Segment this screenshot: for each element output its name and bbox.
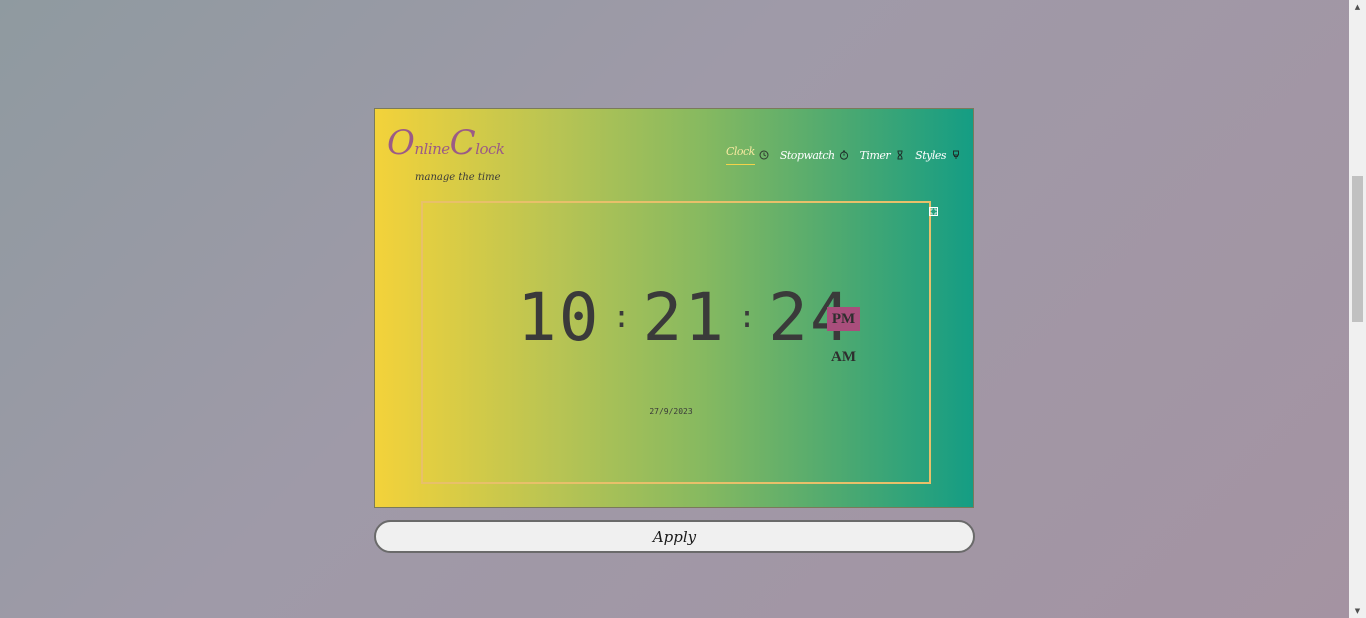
nav-item-timer[interactable]: Timer bbox=[860, 149, 906, 166]
nav-item-label: Styles bbox=[915, 148, 946, 162]
nav-item-label: Clock bbox=[725, 145, 755, 165]
hours-value: 10 bbox=[517, 279, 601, 356]
time-separator: : bbox=[612, 300, 631, 335]
brush-icon bbox=[950, 150, 961, 161]
nav-item-styles[interactable]: Styles bbox=[915, 149, 961, 166]
page-scrollbar[interactable]: ▲ ▼ bbox=[1349, 0, 1366, 618]
site-logo[interactable]: OnlineClock bbox=[387, 123, 505, 163]
scroll-up-icon[interactable]: ▲ bbox=[1349, 0, 1366, 14]
apply-button[interactable]: Apply bbox=[374, 520, 975, 553]
clock-icon bbox=[759, 150, 770, 161]
fullscreen-icon[interactable] bbox=[929, 207, 938, 216]
scroll-down-icon[interactable]: ▼ bbox=[1349, 604, 1366, 618]
am-indicator: AM bbox=[831, 348, 856, 365]
minutes-value: 21 bbox=[642, 279, 727, 356]
clock-card: OnlineClock manage the time Clock Stopwa… bbox=[374, 108, 974, 508]
time-separator: : bbox=[738, 300, 757, 335]
main-nav: Clock Stopwatch Timer Styles bbox=[725, 145, 961, 169]
scroll-thumb[interactable] bbox=[1352, 176, 1363, 322]
pm-indicator: PM bbox=[827, 307, 860, 331]
time-display: 10 : 21 : 24 bbox=[517, 281, 852, 355]
stopwatch-icon bbox=[839, 150, 850, 161]
nav-item-label: Stopwatch bbox=[779, 148, 835, 162]
nav-item-label: Timer bbox=[859, 148, 891, 162]
nav-item-stopwatch[interactable]: Stopwatch bbox=[780, 149, 850, 166]
tagline: manage the time bbox=[415, 172, 501, 183]
date-display: 27/9/2023 bbox=[649, 407, 693, 416]
hourglass-icon bbox=[894, 150, 905, 161]
nav-item-clock[interactable]: Clock bbox=[725, 145, 770, 169]
